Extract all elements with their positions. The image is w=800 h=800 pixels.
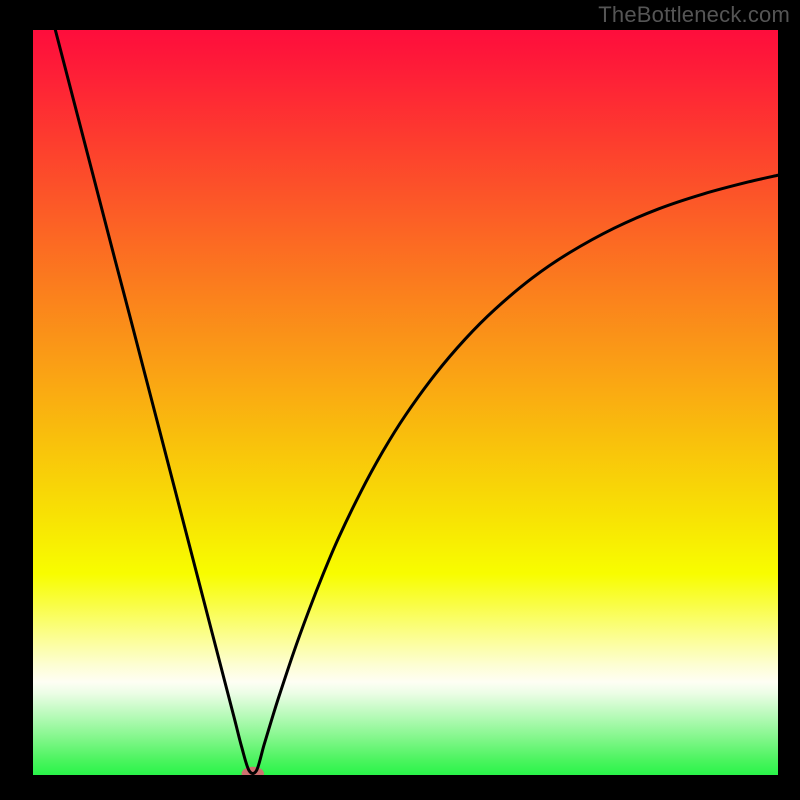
bottleneck-chart <box>0 0 800 800</box>
chart-frame: { "watermark": "TheBottleneck.com", "cha… <box>0 0 800 800</box>
watermark-text: TheBottleneck.com <box>598 2 790 28</box>
plot-background <box>33 30 778 775</box>
